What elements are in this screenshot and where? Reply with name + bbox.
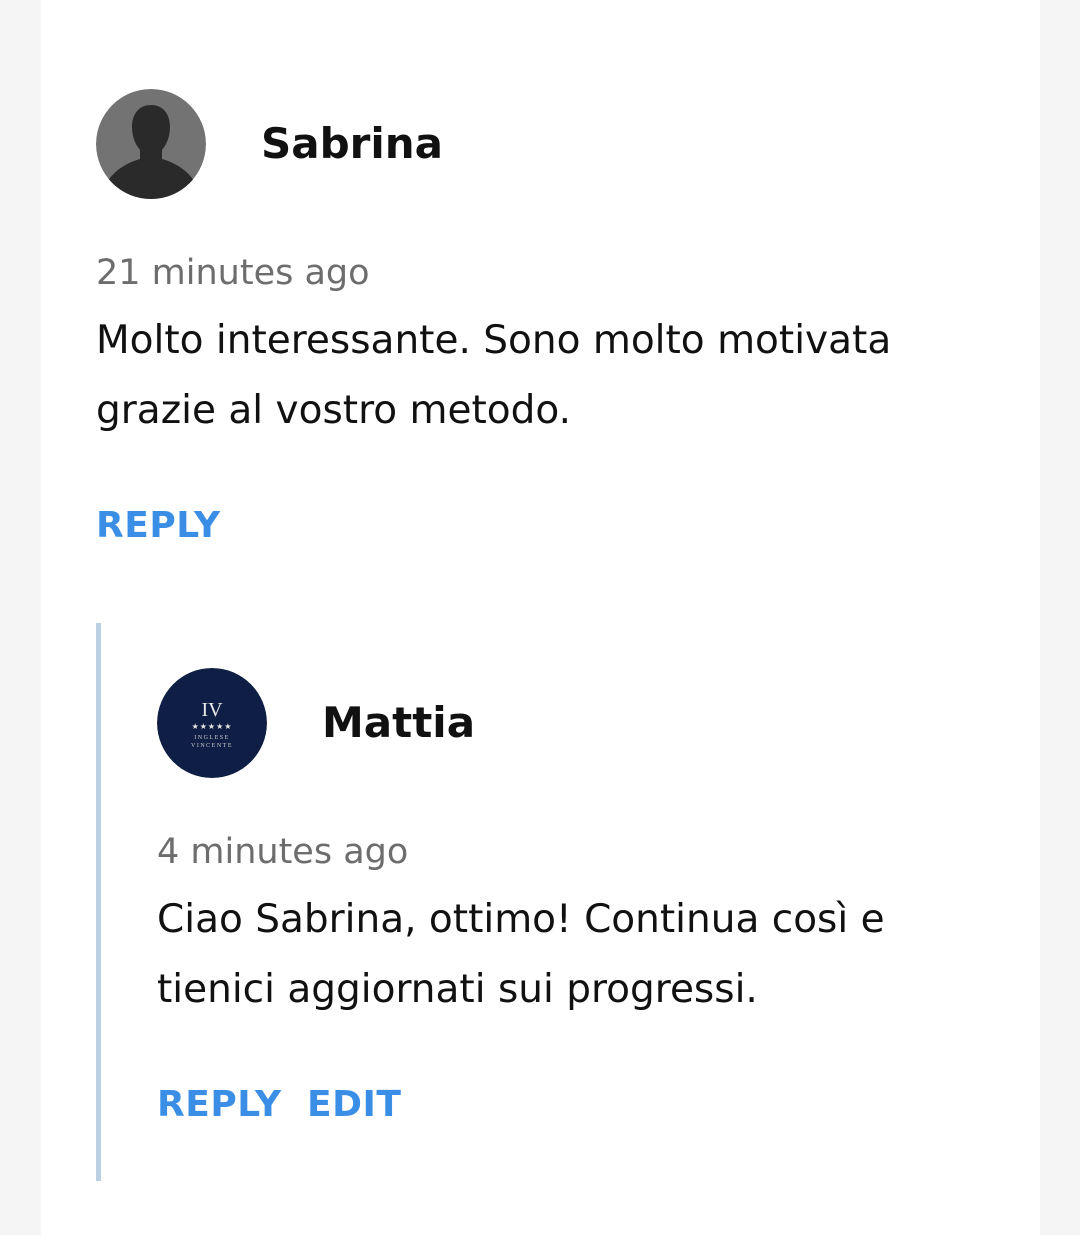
comment-text: Ciao Sabrina, ottimo! Continua così e ti… — [157, 897, 885, 1012]
comment-author: Sabrina — [261, 119, 444, 168]
logo-monogram: IV — [201, 699, 223, 721]
comment-timestamp: 21 minutes ago — [96, 253, 370, 293]
comment-timestamp: 4 minutes ago — [157, 832, 409, 872]
thread-indent-line — [96, 623, 101, 1181]
comments-section: Sabrina 21 minutes ago Molto interessant… — [41, 0, 1040, 1235]
default-user-avatar-icon — [96, 89, 206, 199]
comment-text: Molto interessante. Sono molto motivata … — [96, 318, 892, 433]
reply-button[interactable]: REPLY — [157, 1084, 282, 1125]
logo-line1: INGLESE — [194, 735, 230, 741]
logo-stars: ★★★★★ — [192, 722, 233, 731]
logo-line2: VINCENTE — [191, 743, 233, 749]
inglese-vincente-logo-icon: IV ★★★★★ INGLESE VINCENTE — [157, 668, 267, 778]
reply-button[interactable]: REPLY — [96, 505, 221, 546]
edit-button[interactable]: EDIT — [307, 1084, 401, 1125]
comment-author: Mattia — [322, 698, 476, 747]
